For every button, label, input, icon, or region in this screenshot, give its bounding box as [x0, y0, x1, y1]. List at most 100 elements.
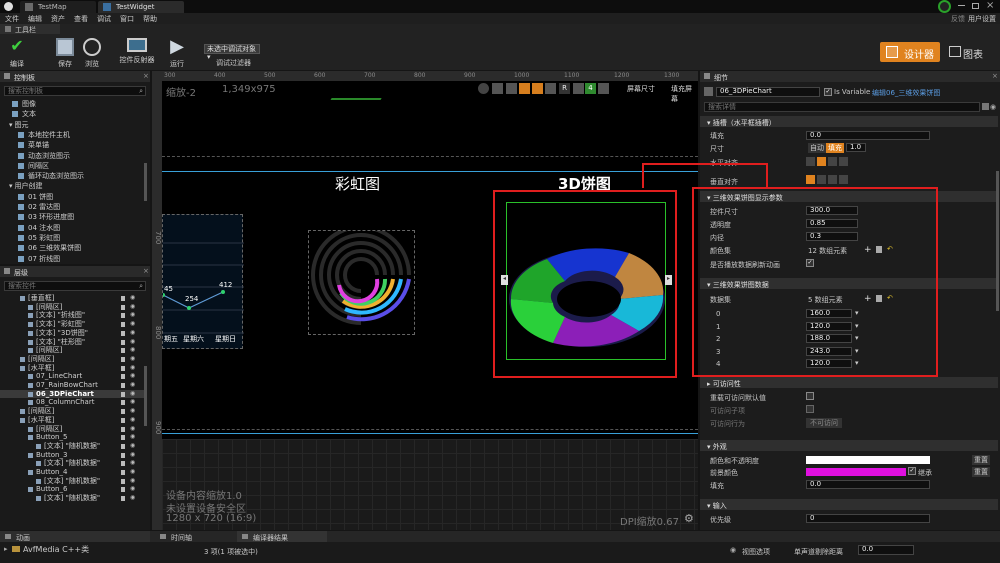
- play-icon[interactable]: [532, 83, 543, 94]
- align-vfill-icon[interactable]: [839, 175, 848, 184]
- palette-item[interactable]: 07 折线图: [0, 254, 144, 264]
- palette-item[interactable]: 02 雷达图: [0, 202, 144, 212]
- lock-icon[interactable]: [121, 356, 125, 362]
- size-fill-button[interactable]: 填充: [826, 143, 844, 153]
- hierarchy-row[interactable]: [文本] "随机数据" ◉: [0, 477, 144, 486]
- graph-button[interactable]: 图表: [945, 42, 999, 62]
- lock-icon[interactable]: [121, 339, 125, 345]
- eye-icon[interactable]: ◉: [130, 494, 135, 503]
- palette-category[interactable]: ▾ 图元: [0, 120, 144, 130]
- menu-view[interactable]: 查看: [74, 14, 88, 24]
- gear-icon[interactable]: [519, 83, 530, 94]
- palette-item[interactable]: 06 三维效果饼图: [0, 243, 144, 253]
- lock-icon[interactable]: [121, 417, 125, 423]
- lock-icon[interactable]: [121, 348, 125, 354]
- inherit-checkbox[interactable]: ✓: [908, 467, 916, 475]
- eye-icon[interactable]: ◉: [130, 442, 135, 451]
- lock-icon[interactable]: [121, 487, 125, 493]
- lock-icon[interactable]: [121, 435, 125, 441]
- widget-reflector-button[interactable]: 控件反射器: [117, 38, 157, 65]
- palette-item[interactable]: 间隔区: [0, 161, 144, 171]
- hierarchy-row[interactable]: [文本] "彩虹图" ◉: [0, 320, 144, 329]
- size-auto-button[interactable]: 自动: [808, 143, 826, 153]
- eye-icon[interactable]: ◉: [130, 320, 135, 329]
- align-bottom-icon[interactable]: [828, 175, 837, 184]
- hierarchy-search-input[interactable]: 搜索控件 ⌕: [4, 281, 146, 291]
- color-opacity-swatch[interactable]: [806, 456, 930, 464]
- hierarchy-row[interactable]: [文本] "随机数据" ◉: [0, 459, 144, 468]
- menu-file[interactable]: 文件: [5, 14, 19, 24]
- palette-item[interactable]: 本地控件主机: [0, 130, 144, 140]
- reset-dropdown[interactable]: 重置: [972, 467, 990, 477]
- palette-search-input[interactable]: 搜索控制板 ⌕: [4, 86, 146, 96]
- hierarchy-row[interactable]: Button_3 ◉: [0, 451, 144, 460]
- eye-icon[interactable]: ◉: [730, 546, 736, 554]
- browse-button[interactable]: 浏览: [75, 38, 109, 69]
- lock-icon[interactable]: [121, 496, 125, 502]
- hierarchy-row[interactable]: [垂直框] ◉: [0, 294, 144, 303]
- feedback-label[interactable]: 反馈: [951, 14, 965, 24]
- appearance-padding-field[interactable]: 0.0: [806, 480, 930, 489]
- eye-icon[interactable]: ◉: [130, 390, 135, 399]
- lock-icon[interactable]: [121, 374, 125, 380]
- eye-icon[interactable]: ◉: [130, 398, 135, 407]
- hierarchy-row[interactable]: [间隔区] ◉: [0, 425, 144, 434]
- priority-field[interactable]: 0: [806, 514, 930, 523]
- lock-icon[interactable]: [121, 391, 125, 397]
- scrollbar[interactable]: [144, 366, 147, 426]
- access-behavior-dropdown[interactable]: 不可访问: [806, 418, 842, 428]
- size-fill-value[interactable]: 1.0: [846, 143, 866, 152]
- align-left-icon[interactable]: [806, 157, 815, 166]
- menu-help[interactable]: 帮助: [143, 14, 157, 24]
- play-button[interactable]: ▶ 运行: [160, 38, 194, 69]
- eye-icon[interactable]: ◉: [130, 407, 135, 416]
- grid-view-icon[interactable]: [982, 103, 989, 110]
- close-icon[interactable]: ×: [986, 0, 994, 11]
- eye-icon[interactable]: ◉: [130, 477, 135, 486]
- align-fill-icon[interactable]: [839, 157, 848, 166]
- toolbar-tab[interactable]: 工具栏: [0, 24, 60, 34]
- menu-edit[interactable]: 编辑: [28, 14, 42, 24]
- hierarchy-row[interactable]: 06_3DPieChart ◉: [0, 389, 144, 399]
- lock-icon[interactable]: [121, 452, 125, 458]
- eye-icon[interactable]: ◉: [130, 451, 135, 460]
- rainbow-chart-preview[interactable]: [308, 230, 415, 335]
- is-variable-checkbox[interactable]: ✓: [824, 88, 832, 96]
- tab-compiler-results[interactable]: 编译器结果: [237, 531, 327, 542]
- lock-icon[interactable]: [121, 426, 125, 432]
- fg-color-swatch[interactable]: [806, 468, 906, 476]
- palette-category[interactable]: ▾ 用户创建: [0, 181, 144, 191]
- hierarchy-row[interactable]: [间隔区] ◉: [0, 346, 144, 355]
- transform-icon[interactable]: [492, 83, 503, 94]
- palette-item[interactable]: 动态浏览图示: [0, 151, 144, 161]
- eye-icon[interactable]: ◉: [130, 364, 135, 373]
- access-category-header[interactable]: ▸ 可访问性: [700, 377, 998, 388]
- edit-widget-link[interactable]: 编辑06_三维效果饼图: [872, 88, 940, 98]
- lock-icon[interactable]: [121, 313, 125, 319]
- hierarchy-row[interactable]: [水平框] ◉: [0, 364, 144, 373]
- close-icon[interactable]: ×: [143, 267, 149, 275]
- hierarchy-row[interactable]: [间隔区] ◉: [0, 355, 144, 364]
- grid-size-value[interactable]: 4: [585, 83, 596, 94]
- maximize-icon[interactable]: [972, 3, 979, 9]
- hierarchy-row[interactable]: [文本] "随机数据" ◉: [0, 494, 144, 503]
- eye-icon[interactable]: ◉: [130, 372, 135, 381]
- reset-dropdown[interactable]: 重置: [972, 455, 990, 465]
- lock-icon[interactable]: [121, 400, 125, 406]
- scrollbar[interactable]: [144, 163, 147, 201]
- hierarchy-row[interactable]: [文本] "折线图" ◉: [0, 311, 144, 320]
- eye-icon[interactable]: ◉: [990, 103, 996, 111]
- eye-icon[interactable]: ◉: [130, 425, 135, 434]
- close-icon[interactable]: ×: [143, 72, 149, 80]
- hierarchy-row[interactable]: 07_LineChart ◉: [0, 372, 144, 381]
- lock-icon[interactable]: [121, 330, 125, 336]
- tab-testmap[interactable]: TestMap: [20, 1, 96, 13]
- menu-debug[interactable]: 调试: [97, 14, 111, 24]
- lock-icon[interactable]: [121, 409, 125, 415]
- menu-asset[interactable]: 资产: [51, 14, 65, 24]
- eye-icon[interactable]: ◉: [130, 416, 135, 425]
- palette-item[interactable]: 循环动态浏览图示: [0, 171, 144, 181]
- compile-button[interactable]: ✔ 编译: [0, 38, 34, 69]
- lock-icon[interactable]: [121, 304, 125, 310]
- wrench-icon[interactable]: [506, 83, 517, 94]
